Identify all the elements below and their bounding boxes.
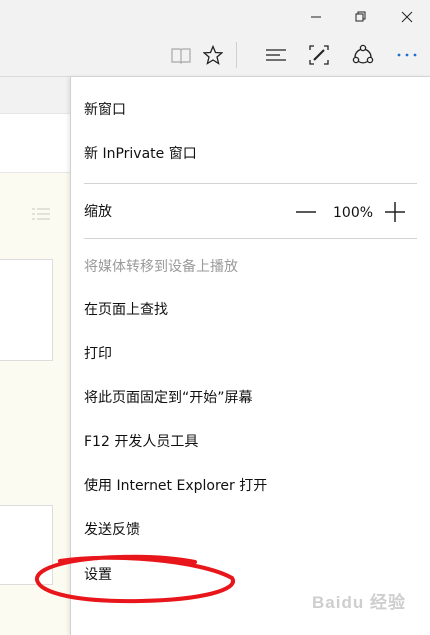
more-actions-menu: 新窗口 新 InPrivate 窗口 缩放 100% 将媒体转移到设备上播放 在…	[70, 77, 430, 635]
share-icon	[352, 44, 374, 64]
title-bar	[0, 0, 430, 34]
menu-item-f12-developer-tools[interactable]: F12 开发人员工具	[84, 432, 198, 452]
content-card	[0, 505, 53, 585]
browser-toolbar	[0, 34, 430, 77]
favorite-star-icon	[203, 45, 223, 65]
menu-item-find-on-page[interactable]: 在页面上查找	[84, 300, 168, 320]
more-actions-button[interactable]	[389, 34, 425, 76]
close-button[interactable]	[384, 0, 430, 34]
zoom-label: 缩放	[84, 204, 112, 220]
minus-icon	[296, 211, 316, 213]
menu-separator	[84, 183, 417, 184]
more-actions-icon	[397, 53, 417, 57]
minimize-button[interactable]	[293, 0, 339, 34]
web-note-icon	[309, 45, 329, 65]
content-card	[0, 259, 53, 361]
plus-icon	[385, 202, 405, 222]
reading-view-button[interactable]	[163, 34, 199, 76]
menu-item-pin-to-start[interactable]: 将此页面固定到“开始”屏幕	[84, 388, 253, 408]
zoom-in-button[interactable]	[384, 201, 406, 223]
menu-item-send-feedback[interactable]: 发送反馈	[84, 520, 140, 540]
zoom-level: 100%	[333, 205, 374, 221]
menu-separator	[84, 238, 417, 239]
web-note-button[interactable]	[301, 34, 337, 76]
menu-item-open-with-internet-explorer[interactable]: 使用 Internet Explorer 打开	[84, 476, 267, 496]
list-icon	[32, 208, 50, 220]
page-header-strip	[0, 77, 70, 113]
close-icon	[401, 11, 413, 23]
menu-item-print[interactable]: 打印	[84, 344, 112, 364]
toolbar-separator	[236, 42, 237, 68]
page-banner	[0, 113, 70, 173]
menu-item-cast-media: 将媒体转移到设备上播放	[84, 259, 238, 275]
restore-icon	[355, 11, 366, 22]
minimize-icon	[311, 16, 321, 18]
hub-icon	[266, 49, 286, 61]
hub-button[interactable]	[258, 34, 294, 76]
menu-item-settings[interactable]: 设置	[84, 565, 112, 585]
baidu-watermark: Baidu 经验	[312, 593, 406, 612]
zoom-out-button[interactable]	[295, 201, 317, 223]
menu-item-new-window[interactable]: 新窗口	[84, 100, 126, 120]
share-button[interactable]	[345, 34, 381, 76]
menu-item-new-inprivate-window[interactable]: 新 InPrivate 窗口	[84, 144, 197, 164]
reading-view-icon	[171, 48, 191, 64]
favorite-button[interactable]	[195, 34, 231, 76]
restore-button[interactable]	[338, 0, 384, 34]
